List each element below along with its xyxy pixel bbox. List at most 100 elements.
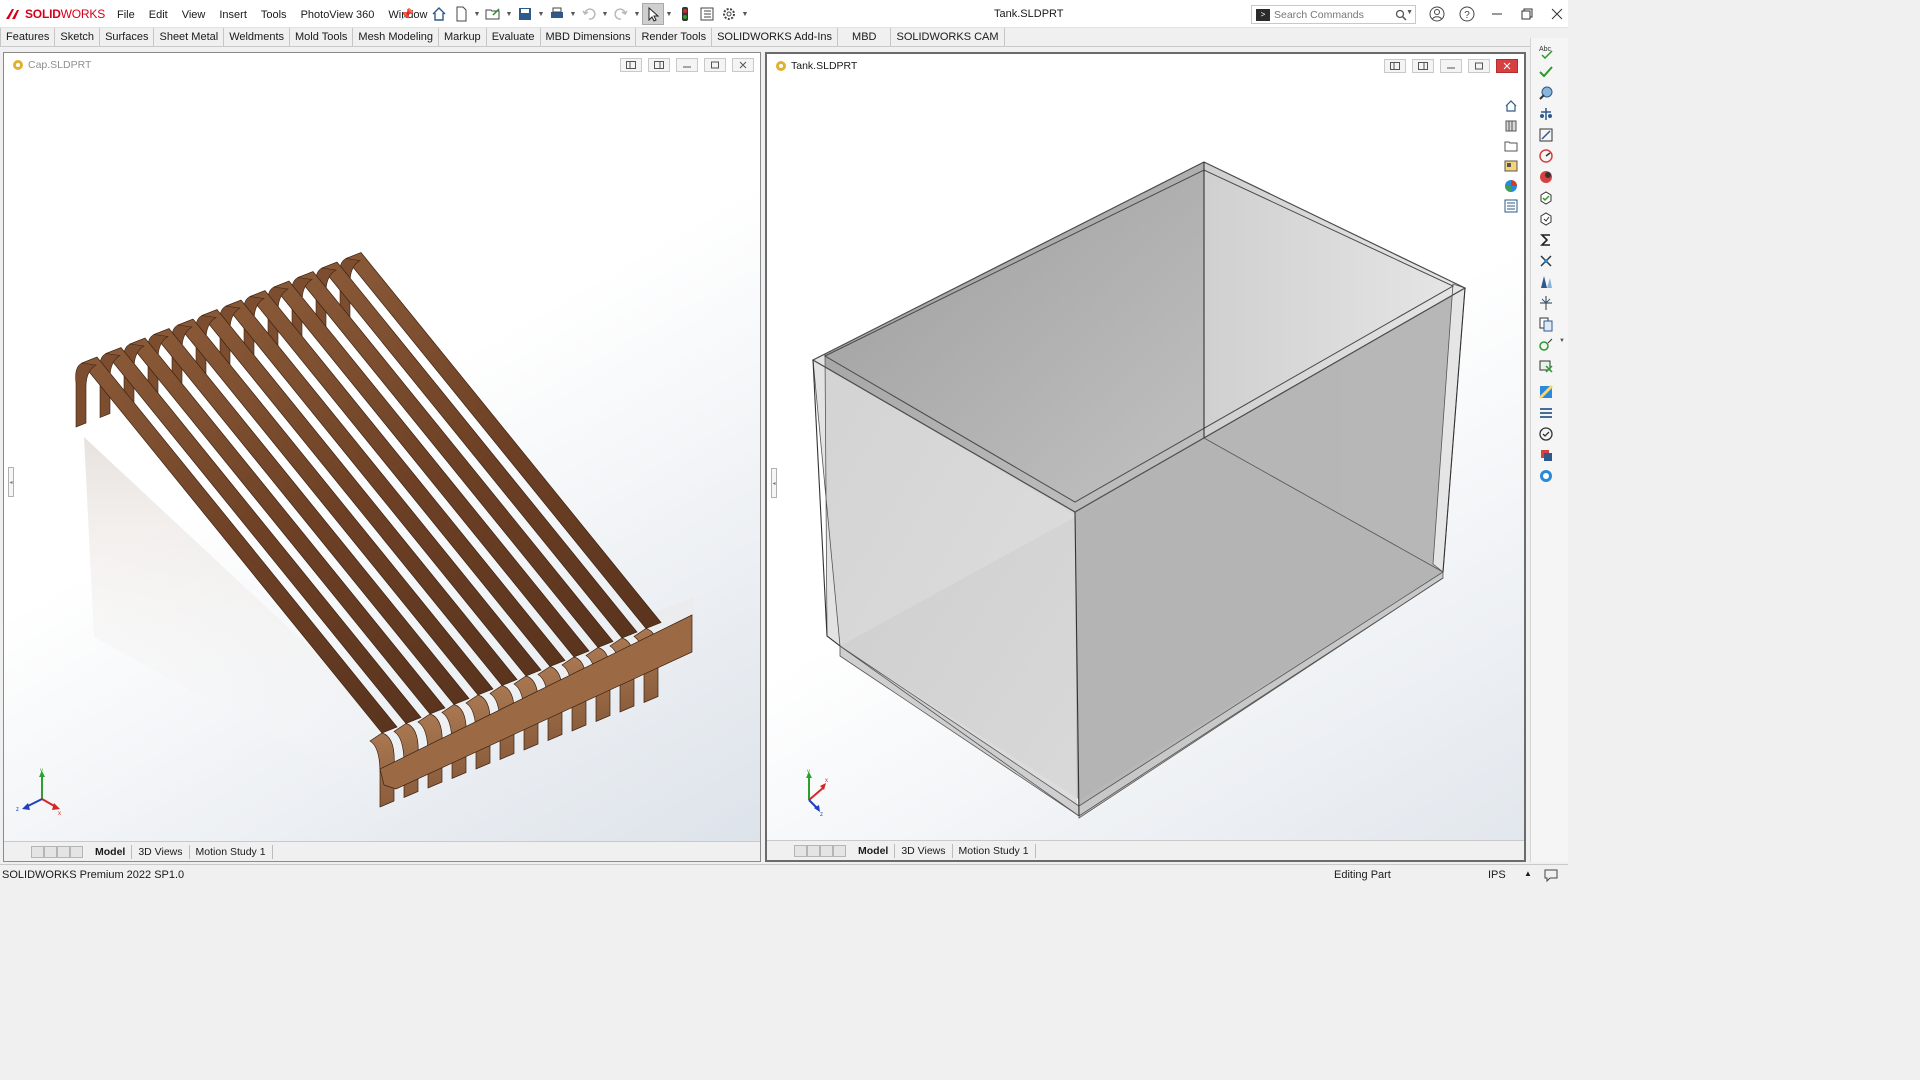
redo-icon[interactable] bbox=[610, 3, 632, 25]
tab-scroll-arrows[interactable] bbox=[794, 844, 846, 857]
view-palette-icon[interactable] bbox=[1502, 156, 1520, 176]
solidworks-resources-icon[interactable] bbox=[1502, 96, 1520, 116]
menu-view[interactable]: View bbox=[175, 7, 213, 23]
tab-markup[interactable]: Markup bbox=[439, 28, 487, 46]
tank-model[interactable] bbox=[767, 78, 1524, 842]
new-document-icon[interactable] bbox=[450, 3, 472, 25]
appearances-icon[interactable] bbox=[1502, 176, 1520, 196]
tab-motion-study[interactable]: Motion Study 1 bbox=[953, 843, 1036, 858]
tab-weldments[interactable]: Weldments bbox=[224, 28, 291, 46]
save-icon[interactable] bbox=[514, 3, 536, 25]
viewport-minimize-icon[interactable] bbox=[676, 58, 698, 72]
check-circle-icon[interactable] bbox=[1537, 425, 1555, 443]
tab-surfaces[interactable]: Surfaces bbox=[100, 28, 155, 46]
tab-render-tools[interactable]: Render Tools bbox=[636, 28, 713, 46]
measure-icon[interactable] bbox=[1537, 84, 1555, 102]
tab-motion-study[interactable]: Motion Study 1 bbox=[190, 844, 273, 859]
thickness-analysis-icon[interactable] bbox=[1537, 383, 1555, 401]
menu-tools[interactable]: Tools bbox=[254, 7, 294, 23]
unit-system-dropdown-icon[interactable]: ▲ bbox=[1524, 869, 1532, 878]
design-library-icon[interactable] bbox=[1502, 116, 1520, 136]
open-folder-icon[interactable] bbox=[482, 3, 504, 25]
options-gear-icon[interactable] bbox=[718, 3, 740, 25]
minimize-icon[interactable] bbox=[1482, 4, 1512, 24]
status-message-icon[interactable] bbox=[1543, 868, 1559, 885]
sensors-icon[interactable] bbox=[1537, 252, 1555, 270]
solidworks-logo[interactable]: SOLIDWORKS bbox=[4, 6, 105, 22]
tab-evaluate[interactable]: Evaluate bbox=[487, 28, 541, 46]
print-icon[interactable] bbox=[546, 3, 568, 25]
save-dropdown-icon[interactable]: ▼ bbox=[536, 3, 546, 25]
undo-dropdown-icon[interactable]: ▼ bbox=[600, 3, 610, 25]
new-dropdown-icon[interactable]: ▼ bbox=[472, 3, 482, 25]
menu-insert[interactable]: Insert bbox=[212, 7, 254, 23]
spelling-check-icon[interactable]: Abc bbox=[1537, 42, 1555, 60]
zebra-stripes-icon[interactable] bbox=[1537, 404, 1555, 422]
tab-model[interactable]: Model bbox=[89, 844, 133, 859]
tab-3d-views[interactable]: 3D Views bbox=[132, 844, 190, 859]
viewport-tank[interactable]: Tank.SLDPRT ▼ ▼ ▼ ▼ ▼ bbox=[765, 52, 1526, 862]
tab-scroll-arrows[interactable] bbox=[31, 845, 83, 858]
file-properties-icon[interactable] bbox=[696, 3, 718, 25]
select-arrow-icon[interactable] bbox=[642, 3, 664, 25]
tile-right-icon[interactable] bbox=[648, 58, 670, 72]
viewport-minimize-icon[interactable] bbox=[1440, 59, 1462, 73]
search-dropdown-icon[interactable]: ▼ bbox=[1406, 9, 1413, 16]
draft-analysis-icon[interactable] bbox=[1537, 273, 1555, 291]
home-icon[interactable] bbox=[428, 3, 450, 25]
help-icon[interactable]: ? bbox=[1452, 4, 1482, 24]
open-dropdown-icon[interactable]: ▼ bbox=[504, 3, 514, 25]
tab-features[interactable]: Features bbox=[0, 28, 56, 46]
file-explorer-icon[interactable] bbox=[1502, 136, 1520, 156]
tab-solidworks-addins[interactable]: SOLIDWORKS Add-Ins bbox=[712, 28, 839, 46]
mass-properties-icon[interactable] bbox=[1537, 105, 1555, 123]
solidworks-cam-icon[interactable] bbox=[1537, 467, 1555, 485]
graphics-area[interactable]: ◂ y x z bbox=[767, 78, 1524, 840]
user-account-icon[interactable] bbox=[1422, 4, 1452, 24]
check-validate-icon[interactable] bbox=[1537, 189, 1555, 207]
pin-menu-icon[interactable]: 📌 bbox=[400, 8, 414, 21]
viewport-close-icon[interactable] bbox=[732, 58, 754, 72]
tab-mesh-modeling[interactable]: Mesh Modeling bbox=[353, 28, 439, 46]
restore-icon[interactable] bbox=[1512, 4, 1542, 24]
check-entity-icon[interactable] bbox=[1537, 63, 1555, 81]
menu-file[interactable]: File bbox=[110, 7, 142, 23]
viewport-cap[interactable]: Cap.SLDPRT ◂ y x z Model 3D Views Motion… bbox=[3, 52, 761, 862]
options-dropdown-icon[interactable]: ▼ bbox=[740, 3, 750, 25]
tab-mbd[interactable]: MBD bbox=[838, 28, 892, 46]
tab-mold-tools[interactable]: Mold Tools bbox=[290, 28, 354, 46]
part-reviewer-icon[interactable] bbox=[1537, 210, 1555, 228]
menu-photoview[interactable]: PhotoView 360 bbox=[294, 7, 382, 23]
viewport-maximize-icon[interactable] bbox=[704, 58, 726, 72]
tile-left-icon[interactable] bbox=[1384, 59, 1406, 73]
appearance-head-icon[interactable] bbox=[1537, 168, 1555, 186]
print-dropdown-icon[interactable]: ▼ bbox=[568, 3, 578, 25]
viewport-close-icon[interactable] bbox=[1496, 59, 1518, 73]
geometry-analysis-icon[interactable] bbox=[1537, 357, 1555, 375]
check-active-icon[interactable] bbox=[1537, 336, 1555, 354]
unit-system[interactable]: IPS bbox=[1488, 869, 1506, 881]
sketch-icon[interactable] bbox=[1537, 126, 1555, 144]
graphics-area[interactable]: ◂ y x z bbox=[4, 77, 760, 841]
search-commands[interactable]: > Search Commands ▼ bbox=[1251, 5, 1416, 24]
pane-collapse-handle[interactable]: ◂ bbox=[8, 467, 14, 497]
close-icon[interactable] bbox=[1542, 4, 1572, 24]
curvature-icon[interactable] bbox=[1537, 446, 1555, 464]
tab-sheet-metal[interactable]: Sheet Metal bbox=[154, 28, 225, 46]
tab-mbd-dimensions[interactable]: MBD Dimensions bbox=[541, 28, 637, 46]
select-dropdown-icon[interactable]: ▼ bbox=[664, 3, 674, 25]
check-dropdown-icon[interactable]: ▼ bbox=[1559, 338, 1565, 344]
tab-3d-views[interactable]: 3D Views bbox=[895, 843, 953, 858]
cap-model[interactable] bbox=[4, 77, 760, 841]
viewport-maximize-icon[interactable] bbox=[1468, 59, 1490, 73]
redo-dropdown-icon[interactable]: ▼ bbox=[632, 3, 642, 25]
rebuild-icon[interactable] bbox=[674, 3, 696, 25]
search-input[interactable]: Search Commands bbox=[1274, 9, 1395, 21]
tile-left-icon[interactable] bbox=[620, 58, 642, 72]
symmetry-check-icon[interactable] bbox=[1537, 294, 1555, 312]
pane-collapse-handle[interactable]: ◂ bbox=[771, 468, 777, 498]
equations-sigma-icon[interactable] bbox=[1537, 231, 1555, 249]
custom-properties-icon[interactable] bbox=[1502, 196, 1520, 216]
tile-right-icon[interactable] bbox=[1412, 59, 1434, 73]
tab-solidworks-cam[interactable]: SOLIDWORKS CAM bbox=[891, 28, 1005, 46]
